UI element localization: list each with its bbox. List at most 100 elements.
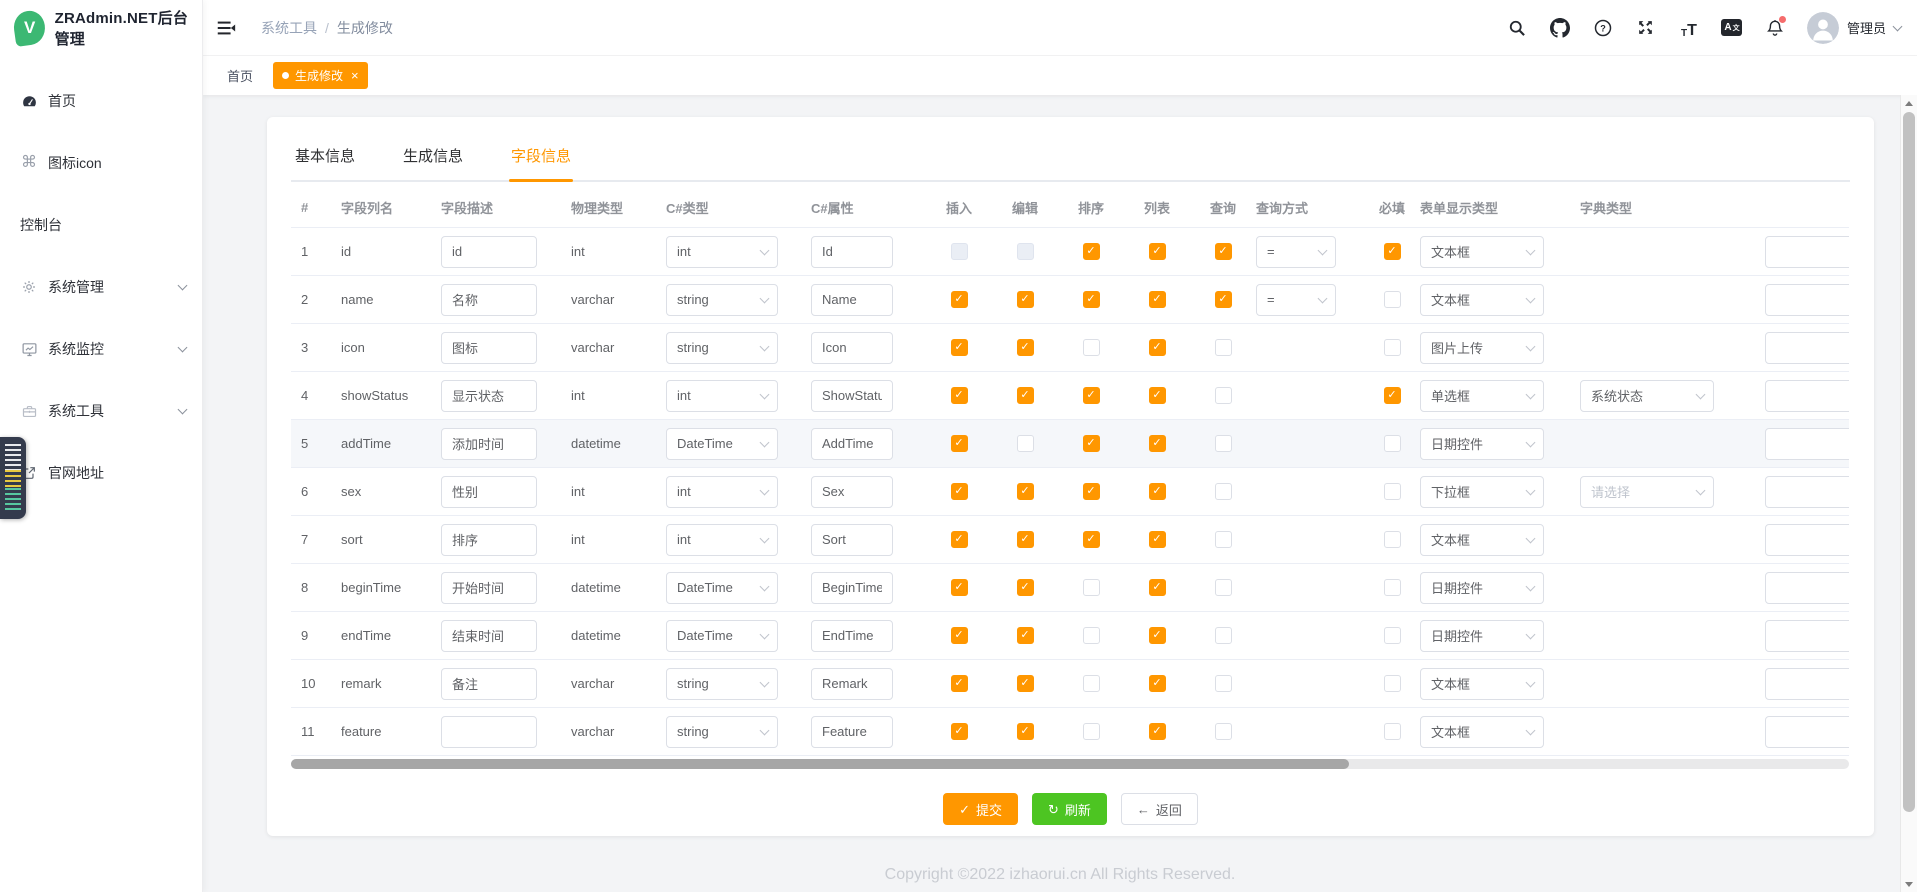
cs-type-select[interactable]: DateTime bbox=[666, 428, 778, 460]
sort-checkbox[interactable] bbox=[1083, 243, 1100, 260]
dict-type-select[interactable]: 请选择 bbox=[1580, 476, 1714, 508]
cs-property-input[interactable] bbox=[811, 380, 893, 412]
sidebar-item-官网地址[interactable]: 官网地址 bbox=[0, 442, 202, 504]
list-checkbox[interactable] bbox=[1149, 627, 1166, 644]
tab-字段信息[interactable]: 字段信息 bbox=[509, 139, 573, 180]
user-menu[interactable]: 管理员 bbox=[1807, 12, 1901, 44]
insert-checkbox[interactable] bbox=[951, 483, 968, 500]
edit-checkbox[interactable] bbox=[1017, 243, 1034, 260]
sidebar-item-系统监控[interactable]: 系统监控 bbox=[0, 318, 202, 380]
sidebar-item-系统管理[interactable]: 系统管理 bbox=[0, 256, 202, 318]
horizontal-scrollbar-thumb[interactable] bbox=[291, 759, 1349, 769]
insert-checkbox[interactable] bbox=[951, 627, 968, 644]
extra-field-input[interactable] bbox=[1765, 236, 1849, 268]
required-checkbox[interactable] bbox=[1384, 723, 1401, 740]
list-checkbox[interactable] bbox=[1149, 291, 1166, 308]
extra-field-input[interactable] bbox=[1765, 380, 1849, 412]
sort-checkbox[interactable] bbox=[1083, 387, 1100, 404]
cs-type-select[interactable]: int bbox=[666, 236, 778, 268]
cs-type-select[interactable]: int bbox=[666, 476, 778, 508]
sort-checkbox[interactable] bbox=[1083, 339, 1100, 356]
vertical-scrollbar[interactable] bbox=[1900, 95, 1917, 892]
refresh-button[interactable]: ↻ 刷新 bbox=[1032, 793, 1107, 825]
cs-type-select[interactable]: DateTime bbox=[666, 620, 778, 652]
query-checkbox[interactable] bbox=[1215, 483, 1232, 500]
cs-property-input[interactable] bbox=[811, 428, 893, 460]
query-checkbox[interactable] bbox=[1215, 339, 1232, 356]
edit-checkbox[interactable] bbox=[1017, 291, 1034, 308]
extra-field-input[interactable] bbox=[1765, 476, 1849, 508]
field-desc-input[interactable] bbox=[441, 332, 537, 364]
cs-property-input[interactable] bbox=[811, 620, 893, 652]
field-desc-input[interactable] bbox=[441, 572, 537, 604]
display-type-select[interactable]: 文本框 bbox=[1420, 524, 1544, 556]
sidebar-item-首页[interactable]: 首页 bbox=[0, 70, 202, 132]
sort-checkbox[interactable] bbox=[1083, 579, 1100, 596]
list-checkbox[interactable] bbox=[1149, 435, 1166, 452]
cs-property-input[interactable] bbox=[811, 236, 893, 268]
tab-生成信息[interactable]: 生成信息 bbox=[401, 139, 465, 180]
query-mode-select[interactable]: = bbox=[1256, 236, 1336, 268]
extra-field-input[interactable] bbox=[1765, 716, 1849, 748]
cs-property-input[interactable] bbox=[811, 284, 893, 316]
vertical-scrollbar-thumb[interactable] bbox=[1903, 112, 1915, 812]
horizontal-scrollbar[interactable] bbox=[291, 759, 1849, 769]
field-desc-input[interactable] bbox=[441, 284, 537, 316]
sort-checkbox[interactable] bbox=[1083, 531, 1100, 548]
cs-type-select[interactable]: int bbox=[666, 380, 778, 412]
theme-picker-handle[interactable] bbox=[0, 437, 26, 519]
edit-checkbox[interactable] bbox=[1017, 483, 1034, 500]
sidebar-item-控制台[interactable]: 控制台 bbox=[0, 194, 202, 256]
required-checkbox[interactable] bbox=[1384, 339, 1401, 356]
field-desc-input[interactable] bbox=[441, 620, 537, 652]
query-checkbox[interactable] bbox=[1215, 435, 1232, 452]
cs-property-input[interactable] bbox=[811, 716, 893, 748]
close-icon[interactable]: × bbox=[351, 69, 359, 82]
edit-checkbox[interactable] bbox=[1017, 531, 1034, 548]
field-desc-input[interactable] bbox=[441, 428, 537, 460]
cs-type-select[interactable]: string bbox=[666, 716, 778, 748]
extra-field-input[interactable] bbox=[1765, 428, 1849, 460]
query-checkbox[interactable] bbox=[1215, 675, 1232, 692]
scroll-down-arrow[interactable] bbox=[1901, 876, 1917, 892]
display-type-select[interactable]: 日期控件 bbox=[1420, 620, 1544, 652]
display-type-select[interactable]: 文本框 bbox=[1420, 284, 1544, 316]
sort-checkbox[interactable] bbox=[1083, 435, 1100, 452]
extra-field-input[interactable] bbox=[1765, 332, 1849, 364]
cs-property-input[interactable] bbox=[811, 668, 893, 700]
required-checkbox[interactable] bbox=[1384, 579, 1401, 596]
required-checkbox[interactable] bbox=[1384, 387, 1401, 404]
sort-checkbox[interactable] bbox=[1083, 291, 1100, 308]
submit-button[interactable]: ✓ 提交 bbox=[943, 793, 1018, 825]
list-checkbox[interactable] bbox=[1149, 579, 1166, 596]
list-checkbox[interactable] bbox=[1149, 675, 1166, 692]
insert-checkbox[interactable] bbox=[951, 387, 968, 404]
field-desc-input[interactable] bbox=[441, 236, 537, 268]
display-type-select[interactable]: 日期控件 bbox=[1420, 572, 1544, 604]
insert-checkbox[interactable] bbox=[951, 291, 968, 308]
display-type-select[interactable]: 文本框 bbox=[1420, 236, 1544, 268]
scroll-up-arrow[interactable] bbox=[1901, 95, 1917, 111]
sort-checkbox[interactable] bbox=[1083, 723, 1100, 740]
extra-field-input[interactable] bbox=[1765, 620, 1849, 652]
list-checkbox[interactable] bbox=[1149, 339, 1166, 356]
back-button[interactable]: ← 返回 bbox=[1121, 793, 1198, 825]
query-checkbox[interactable] bbox=[1215, 387, 1232, 404]
insert-checkbox[interactable] bbox=[951, 675, 968, 692]
display-type-select[interactable]: 图片上传 bbox=[1420, 332, 1544, 364]
extra-field-input[interactable] bbox=[1765, 572, 1849, 604]
translate-icon[interactable]: A文 bbox=[1721, 17, 1743, 39]
edit-checkbox[interactable] bbox=[1017, 387, 1034, 404]
sidebar-collapse-icon[interactable] bbox=[213, 15, 239, 41]
display-type-select[interactable]: 下拉框 bbox=[1420, 476, 1544, 508]
insert-checkbox[interactable] bbox=[951, 723, 968, 740]
edit-checkbox[interactable] bbox=[1017, 627, 1034, 644]
cs-type-select[interactable]: string bbox=[666, 332, 778, 364]
required-checkbox[interactable] bbox=[1384, 435, 1401, 452]
query-checkbox[interactable] bbox=[1215, 723, 1232, 740]
query-mode-select[interactable]: = bbox=[1256, 284, 1336, 316]
field-desc-input[interactable] bbox=[441, 668, 537, 700]
display-type-select[interactable]: 日期控件 bbox=[1420, 428, 1544, 460]
display-type-select[interactable]: 单选框 bbox=[1420, 380, 1544, 412]
field-desc-input[interactable] bbox=[441, 524, 537, 556]
